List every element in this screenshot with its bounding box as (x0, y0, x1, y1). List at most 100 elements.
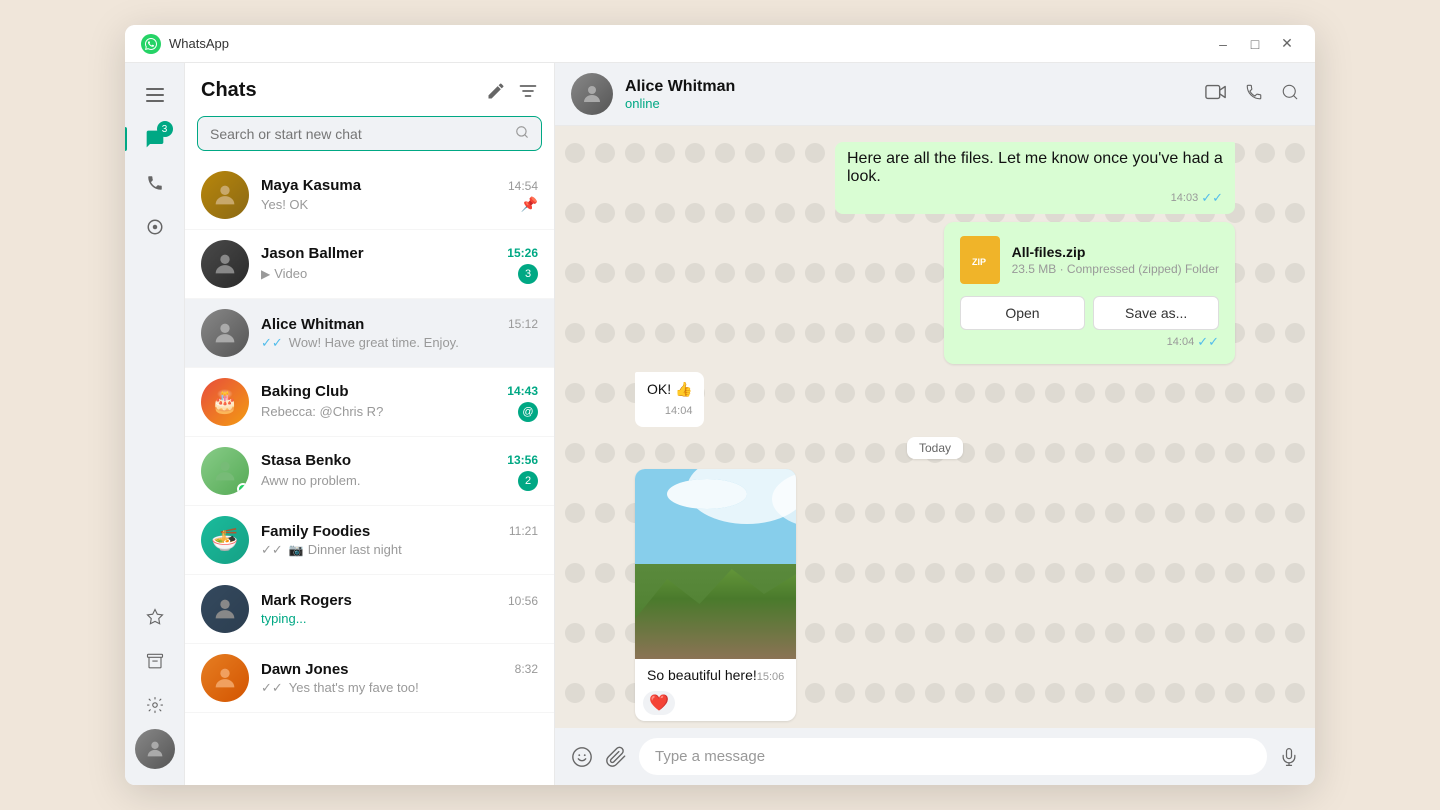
video-icon: ▶ (261, 267, 270, 281)
read-ticks: ✓✓ (1197, 334, 1219, 350)
chat-header-status: online (625, 96, 1205, 111)
image-caption: So beautiful here! (647, 667, 757, 683)
chat-input-area (555, 728, 1315, 785)
chat-name: Dawn Jones (261, 661, 349, 678)
chat-name: Jason Ballmer (261, 245, 364, 262)
sidebar-settings-icon[interactable] (135, 685, 175, 725)
file-bubble: ZIP All-files.zip 23.5 MB · Compressed (… (944, 222, 1235, 364)
messages-area: Here are all the files. Let me know once… (555, 126, 1315, 728)
file-details: All-files.zip 23.5 MB · Compressed (zipp… (1012, 244, 1219, 276)
image-bubble: So beautiful here! 15:06 ❤️ (635, 469, 796, 721)
sidebar-status-icon[interactable] (135, 207, 175, 247)
chat-preview: Rebecca: @Chris R? (261, 404, 383, 419)
search-bar (185, 112, 554, 161)
maximize-button[interactable]: □ (1243, 32, 1267, 56)
chat-item[interactable]: Stasa Benko 13:56 Aww no problem. 2 (185, 437, 554, 506)
sidebar-calls-icon[interactable] (135, 163, 175, 203)
message-input[interactable] (639, 738, 1267, 775)
chat-item-body: Family Foodies 11:21 ✓✓ 📷 Dinner last ni… (261, 523, 538, 558)
filter-button[interactable] (518, 81, 538, 101)
chat-item-body: Baking Club 14:43 Rebecca: @Chris R? @ (261, 383, 538, 422)
avatar (201, 240, 249, 288)
chat-time: 14:43 (507, 384, 538, 398)
chat-preview: Yes! OK (261, 197, 308, 212)
chat-item[interactable]: Mark Rogers 10:56 typing... (185, 575, 554, 644)
message-bubble: OK! 👍 14:04 (635, 372, 704, 427)
sidebar-archived-icon[interactable] (135, 641, 175, 681)
video-call-button[interactable] (1205, 83, 1227, 106)
chat-list-panel: Chats (185, 63, 555, 785)
chat-preview: ✓✓ Yes that's my fave too! (261, 680, 419, 696)
chat-header: Alice Whitman online (555, 63, 1315, 126)
close-button[interactable]: ✕ (1275, 32, 1299, 56)
minimize-button[interactable]: – (1211, 32, 1235, 56)
chat-item[interactable]: Maya Kasuma 14:54 Yes! OK 📌 (185, 161, 554, 230)
file-size: 23.5 MB · Compressed (zipped) Folder (1012, 262, 1219, 276)
chat-header-info: Alice Whitman online (625, 78, 1205, 111)
mention-badge: @ (518, 402, 538, 422)
sidebar-profile-avatar[interactable] (135, 729, 175, 769)
app-window: WhatsApp – □ ✕ 3 (125, 25, 1315, 785)
open-file-button[interactable]: Open (960, 296, 1086, 330)
read-ticks: ✓✓ (1201, 190, 1223, 206)
chat-list-actions (486, 81, 538, 101)
avatar (201, 585, 249, 633)
chat-preview: ✓✓ 📷 Dinner last night (261, 542, 402, 558)
chat-item-body: Mark Rogers 10:56 typing... (261, 592, 538, 626)
chats-badge: 3 (157, 121, 173, 137)
avatar: 🎂 (201, 378, 249, 426)
message-row: ZIP All-files.zip 23.5 MB · Compressed (… (635, 222, 1235, 364)
chat-preview: ✓✓ Wow! Have great time. Enjoy. (261, 335, 459, 351)
chat-item[interactable]: Alice Whitman 15:12 ✓✓ Wow! Have great t… (185, 299, 554, 368)
chat-item[interactable]: Jason Ballmer 15:26 ▶ Video 3 (185, 230, 554, 299)
chat-item-body: Jason Ballmer 15:26 ▶ Video 3 (261, 245, 538, 284)
voice-message-button[interactable] (1279, 746, 1299, 768)
avatar (201, 447, 249, 495)
chat-header-actions (1205, 83, 1299, 106)
search-input-wrap (197, 116, 542, 151)
file-icon: ZIP (960, 236, 1000, 284)
chat-window: Alice Whitman online (555, 63, 1315, 785)
message-text: Here are all the files. Let me know once… (847, 150, 1223, 186)
message-time: 15:06 (757, 671, 785, 683)
chat-time: 15:12 (508, 317, 538, 331)
avatar (201, 309, 249, 357)
chat-item[interactable]: 🍜 Family Foodies 11:21 ✓✓ 📷 Dinner last … (185, 506, 554, 575)
chat-item-body: Stasa Benko 13:56 Aww no problem. 2 (261, 452, 538, 491)
chat-name: Mark Rogers (261, 592, 352, 609)
message-row: OK! 👍 14:04 (635, 372, 1235, 427)
message-time: 14:04 ✓✓ (960, 334, 1219, 350)
chat-time: 10:56 (508, 594, 538, 608)
chat-list-title: Chats (201, 79, 486, 102)
chat-item[interactable]: 🎂 Baking Club 14:43 Rebecca: @Chris R? @ (185, 368, 554, 437)
search-icon (515, 125, 529, 142)
sidebar-chats-icon[interactable]: 3 (135, 119, 175, 159)
double-tick: ✓✓ (261, 680, 283, 696)
chat-header-name: Alice Whitman (625, 78, 1205, 96)
message-row: So beautiful here! 15:06 ❤️ (635, 469, 1235, 721)
chat-name: Alice Whitman (261, 316, 364, 333)
title-bar: WhatsApp – □ ✕ (125, 25, 1315, 63)
svg-text:ZIP: ZIP (972, 257, 986, 267)
sidebar-starred-icon[interactable] (135, 597, 175, 637)
chat-item-body: Alice Whitman 15:12 ✓✓ Wow! Have great t… (261, 316, 538, 351)
chat-list-header: Chats (185, 63, 554, 112)
app-title: WhatsApp (169, 36, 1211, 51)
chat-name: Stasa Benko (261, 452, 351, 469)
message-text: OK! 👍 (647, 380, 692, 400)
emoji-button[interactable] (571, 746, 593, 768)
file-name: All-files.zip (1012, 244, 1219, 260)
search-chat-button[interactable] (1281, 83, 1299, 106)
chat-item[interactable]: Dawn Jones 8:32 ✓✓ Yes that's my fave to… (185, 644, 554, 713)
voice-call-button[interactable] (1245, 83, 1263, 106)
chat-item-body: Dawn Jones 8:32 ✓✓ Yes that's my fave to… (261, 661, 538, 696)
reaction-emoji: ❤️ (643, 691, 675, 715)
new-chat-button[interactable] (486, 81, 506, 101)
chat-name: Maya Kasuma (261, 177, 361, 194)
attach-button[interactable] (605, 746, 627, 768)
window-controls: – □ ✕ (1211, 32, 1299, 56)
search-input[interactable] (210, 126, 515, 142)
avatar (201, 171, 249, 219)
sidebar-menu-icon[interactable] (135, 75, 175, 115)
save-file-button[interactable]: Save as... (1093, 296, 1219, 330)
